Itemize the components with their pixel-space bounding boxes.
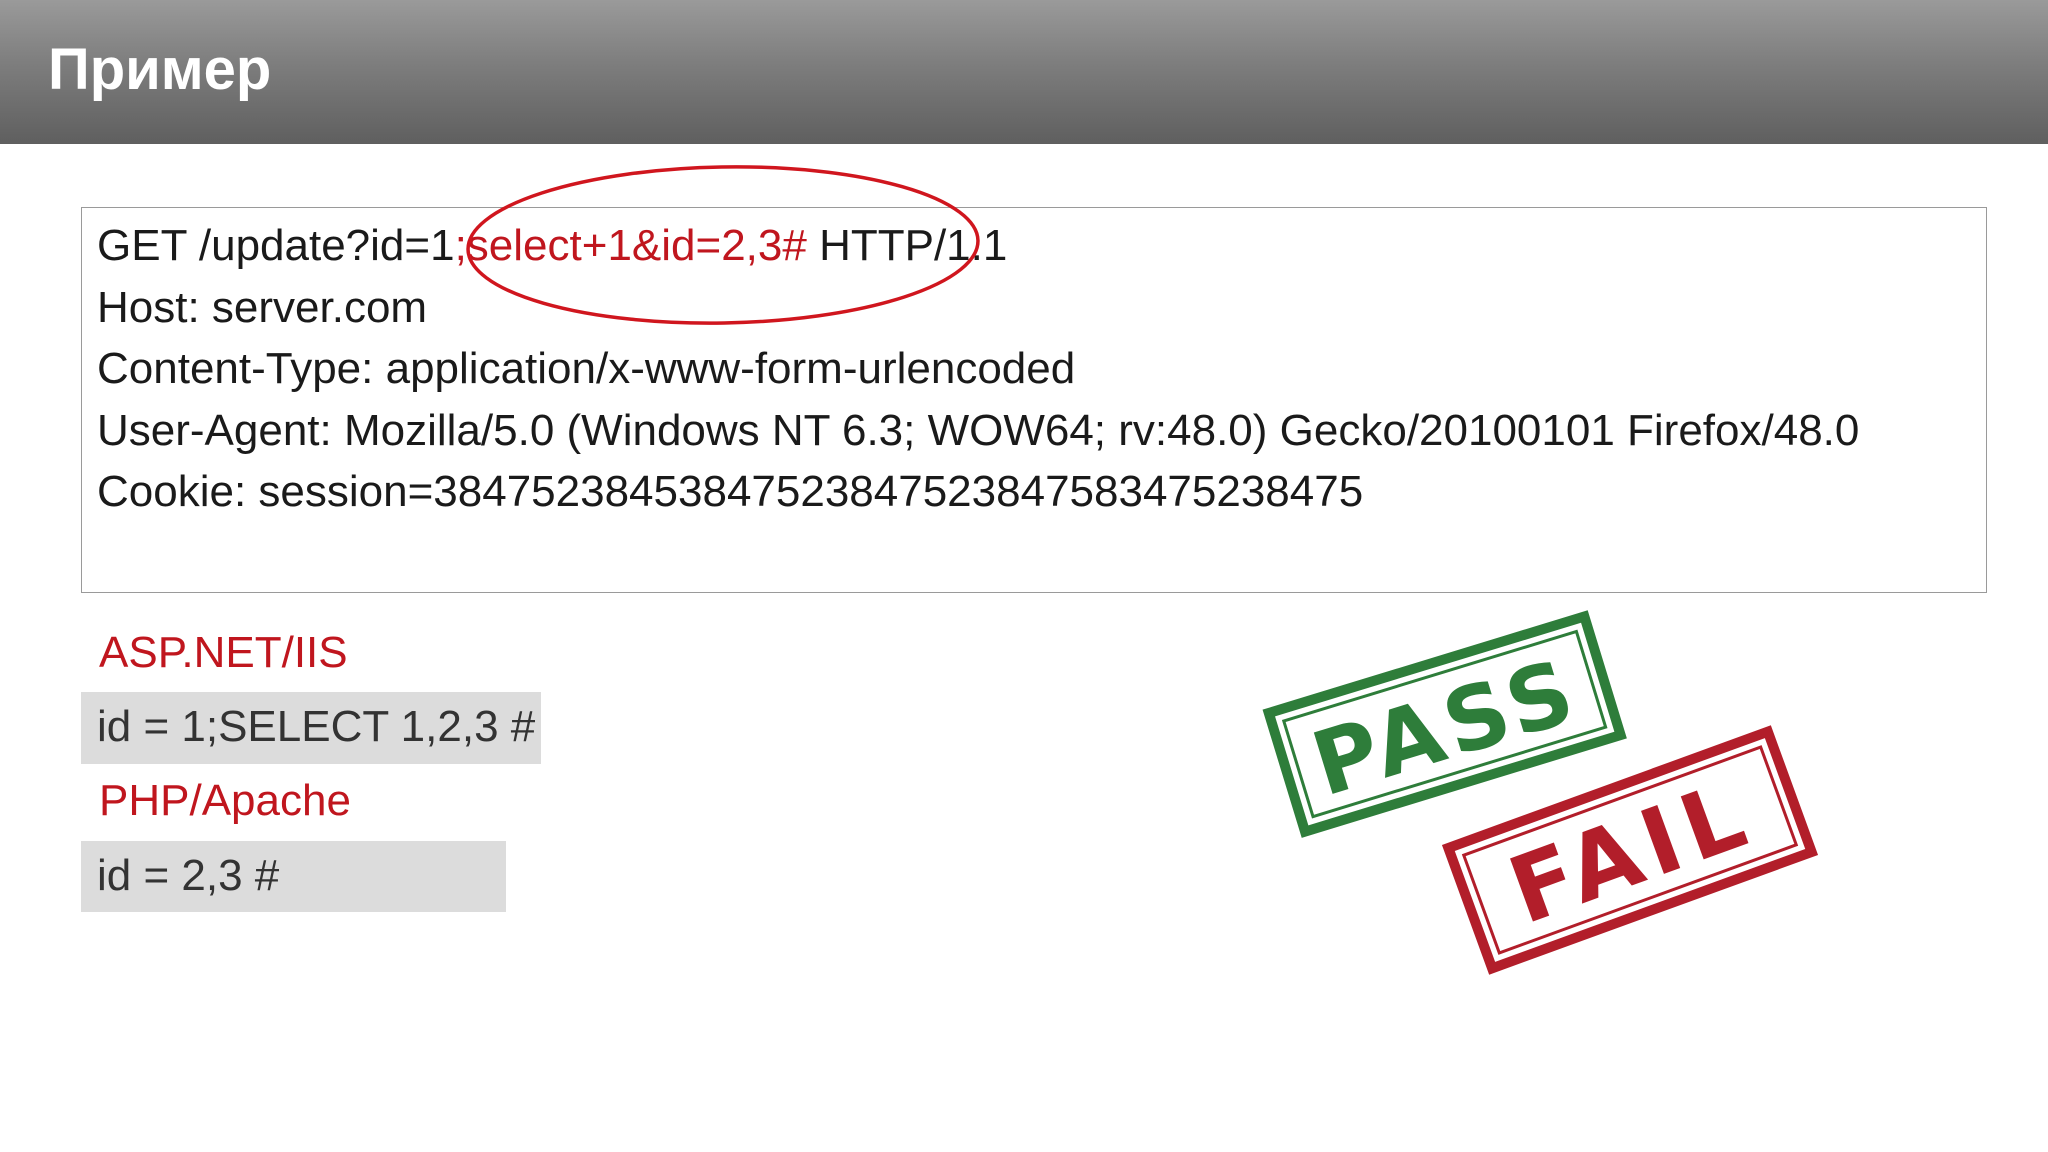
- platform-label-php: PHP/Apache: [99, 776, 351, 825]
- request-line-prefix: GET /update?id=1: [97, 221, 455, 270]
- red-ellipse-annotation-icon: [466, 165, 980, 325]
- slide-header: Пример: [0, 0, 2048, 144]
- result-aspnet: id = 1;SELECT 1,2,3 #: [81, 692, 541, 764]
- header-cookie: Cookie: session=384752384538475238475238…: [97, 467, 1364, 516]
- header-user-agent: User-Agent: Mozilla/5.0 (Windows NT 6.3;…: [97, 406, 1860, 455]
- platform-label-aspnet: ASP.NET/IIS: [99, 628, 348, 677]
- result-php: id = 2,3 #: [81, 841, 506, 912]
- slide-title: Пример: [48, 37, 272, 102]
- fail-stamp-icon: FAIL: [1441, 725, 1819, 975]
- header-host: Host: server.com: [97, 283, 428, 332]
- header-content-type: Content-Type: application/x-www-form-url…: [97, 344, 1076, 393]
